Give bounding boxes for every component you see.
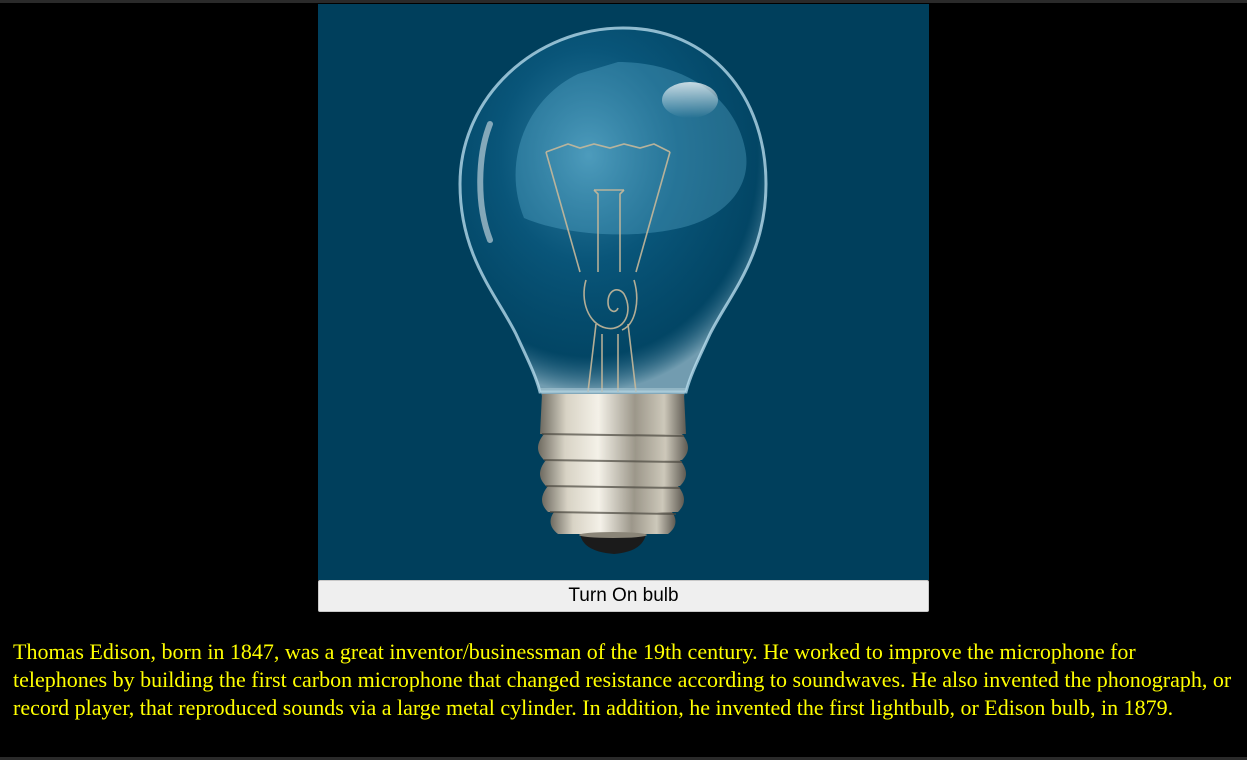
lightbulb-off-icon: [458, 26, 768, 554]
edison-description: Thomas Edison, born in 1847, was a great…: [13, 639, 1232, 720]
lightbulb-image: [318, 4, 929, 580]
turn-on-bulb-button[interactable]: Turn On bulb: [318, 580, 929, 612]
top-divider: [0, 0, 1247, 3]
